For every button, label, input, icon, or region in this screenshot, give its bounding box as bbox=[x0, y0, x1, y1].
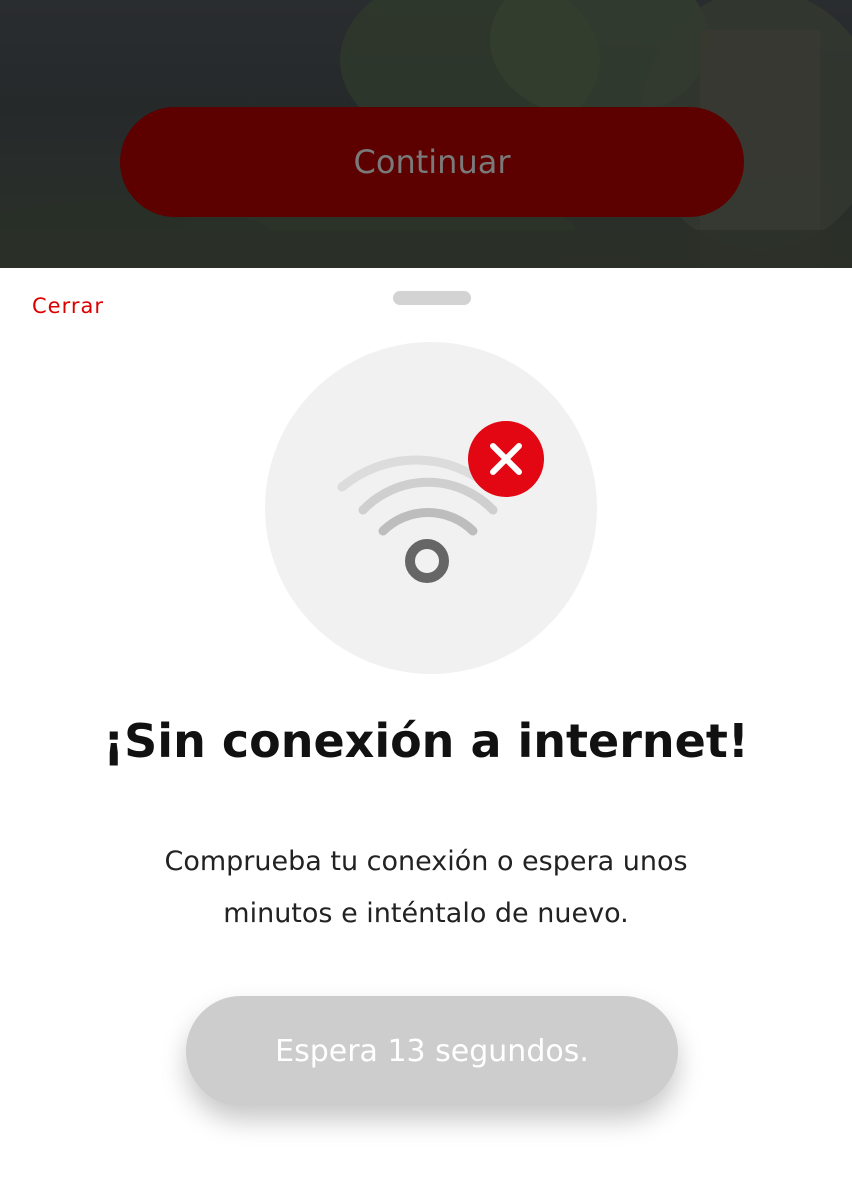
dimmed-background: Continuar bbox=[0, 0, 852, 268]
error-message: Comprueba tu conexión o espera unos minu… bbox=[126, 836, 726, 940]
continue-button: Continuar bbox=[120, 107, 744, 217]
close-button[interactable]: Cerrar bbox=[32, 294, 104, 318]
page-title: ¡Sin conexión a internet! bbox=[103, 714, 749, 768]
message-line-2: minutos e inténtalo de nuevo. bbox=[223, 898, 629, 929]
message-line-1: Comprueba tu conexión o espera unos bbox=[164, 846, 688, 877]
wifi-off-icon bbox=[265, 342, 597, 674]
wait-button[interactable]: Espera 13 segundos. bbox=[186, 996, 678, 1106]
close-icon bbox=[468, 421, 544, 497]
no-connection-sheet: Cerrar ¡Sin conexión a internet! Comprue… bbox=[0, 268, 852, 1200]
sheet-drag-handle[interactable] bbox=[393, 291, 471, 305]
